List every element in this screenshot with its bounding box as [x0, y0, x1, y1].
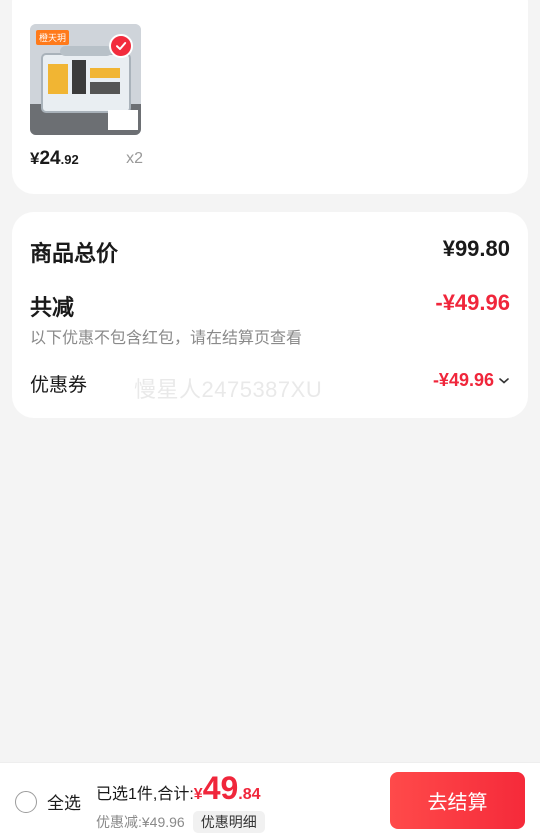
brand-tag: 橙天玥: [36, 30, 70, 45]
select-all-radio[interactable]: [15, 790, 37, 813]
reduction-row: 共减 -¥49.96: [30, 290, 510, 322]
product-price-row: ¥24.92 x2: [30, 148, 143, 172]
discount-amount: 优惠减:¥49.96: [96, 814, 185, 830]
selected-check-icon[interactable]: [109, 34, 133, 58]
product-thumbnail[interactable]: 橙天玥: [30, 24, 141, 135]
total-price-label: 商品总价: [30, 241, 119, 266]
reduction-value: -¥49.96: [435, 290, 510, 315]
bottom-checkout-bar: 全选 已选1件,合计: ¥ 49 .84 优惠减:¥49.96 优惠明细 去结算: [0, 762, 540, 839]
total-symbol: ¥: [193, 786, 203, 803]
total-decimal: .84: [238, 786, 261, 803]
price-summary-card: 商品总价 ¥99.80 共减 -¥49.96 以下优惠不包含红包，请在结算页查看…: [12, 212, 528, 418]
coupon-row[interactable]: 优惠券 -¥49.96: [30, 370, 510, 397]
checkout-button[interactable]: 去结算: [390, 772, 525, 829]
coupon-value-wrap[interactable]: -¥49.96: [433, 370, 510, 391]
discount-detail-button[interactable]: 优惠明细: [192, 811, 265, 833]
total-price-row: 商品总价 ¥99.80: [30, 236, 510, 268]
product-quantity: x2: [126, 150, 143, 167]
select-all-label: 全选: [47, 794, 81, 813]
discount-line: 优惠减:¥49.96 优惠明细: [96, 811, 265, 833]
coupon-value: -¥49.96: [432, 370, 494, 390]
product-card: 橙天玥 ¥24.92 x2: [12, 0, 528, 194]
price-integer: 24: [39, 148, 61, 169]
total-integer: 49: [202, 770, 239, 806]
price-decimal: .92: [60, 152, 79, 167]
reduction-label: 共减: [30, 295, 75, 320]
cart-total: 已选1件,合计: ¥ 49 .84: [96, 771, 261, 805]
coupon-label: 优惠券: [30, 375, 88, 396]
discount-note: 以下优惠不包含红包，请在结算页查看: [30, 324, 510, 348]
total-price-value: ¥99.80: [442, 236, 510, 261]
selected-summary: 已选1件,合计:: [96, 786, 194, 803]
select-all-toggle[interactable]: 全选: [15, 789, 81, 814]
discount-note-text: 以下优惠不包含红包，请在结算页查看: [30, 330, 303, 347]
chevron-down-icon: [499, 377, 509, 384]
